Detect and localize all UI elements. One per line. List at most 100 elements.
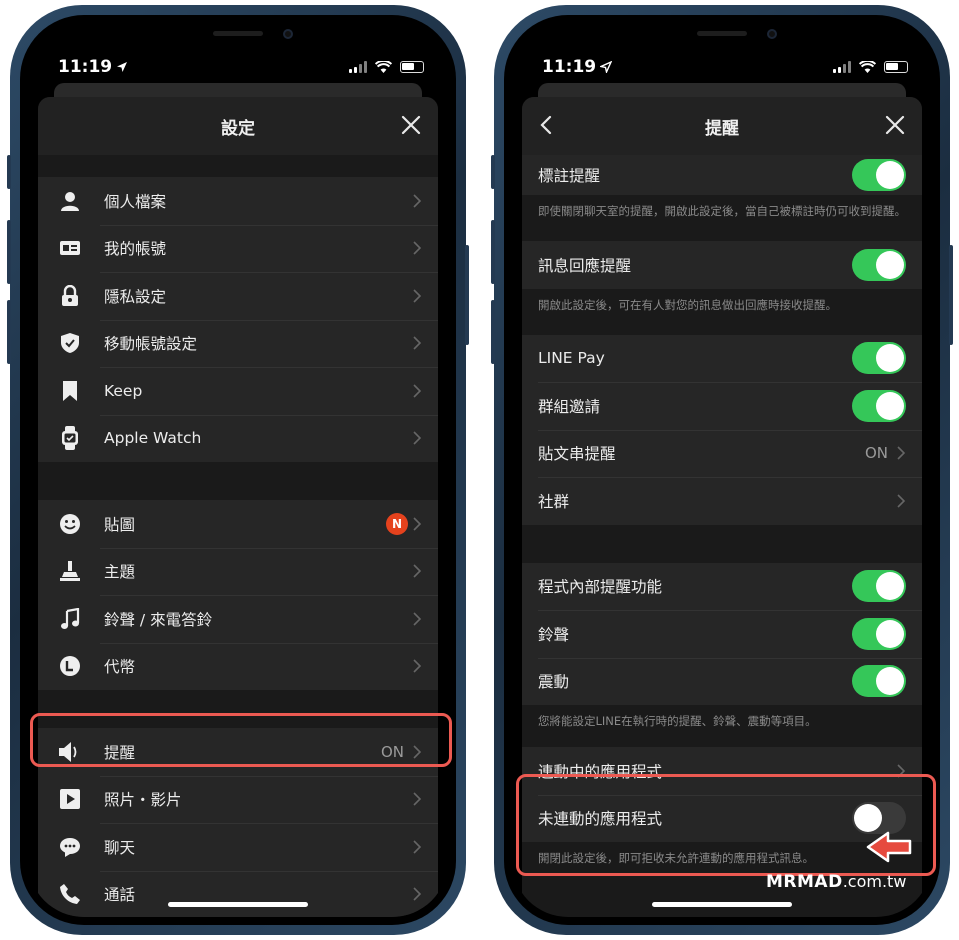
reply-toggle[interactable] — [852, 248, 906, 281]
id-card-icon — [58, 236, 82, 260]
settings-item-label: 貼圖 — [104, 515, 136, 534]
linked-apps-section: 連動中的應用程式 未連動的應用程式 — [522, 747, 922, 842]
cellular-signal-icon — [833, 61, 851, 73]
settings-item-label: Apple Watch — [104, 429, 202, 448]
settings-item-label: 鈴聲 / 來電答鈴 — [104, 610, 213, 629]
unlinked-apps-note: 開閉此設定後，即可拒收未允許連動的應用程式訊息。 — [522, 842, 922, 876]
setting-label: 社群 — [538, 492, 570, 511]
close-icon[interactable] — [884, 114, 906, 136]
status-time: 11:19 — [58, 57, 113, 77]
settings-item-label: 我的帳號 — [104, 240, 167, 259]
mention-note: 即使關閉聊天室的提醒，開啟此設定後，當自己被標註時仍可收到提醒。 — [522, 195, 922, 229]
red-arrow-icon — [866, 831, 912, 863]
settings-item-themes[interactable]: 主題 — [38, 547, 438, 596]
setting-linked-apps[interactable]: 連動中的應用程式 — [522, 747, 922, 795]
mention-section: 標註提醒 — [522, 155, 922, 195]
setting-label: 貼文串提醒 — [538, 445, 616, 464]
setting-in-app-alerts: 程式內部提醒功能 — [522, 563, 922, 611]
chevron-right-icon — [413, 564, 422, 578]
group-invites-toggle[interactable] — [852, 389, 906, 422]
setting-unlinked-apps: 未連動的應用程式 — [522, 794, 922, 843]
brush-icon — [58, 559, 82, 583]
mute-switch — [491, 155, 495, 189]
settings-item-calls[interactable]: 通話 — [38, 870, 438, 918]
volume-up-button — [7, 220, 11, 284]
notch — [133, 23, 343, 53]
sound-toggle[interactable] — [852, 617, 906, 650]
settings-item-chats[interactable]: 聊天 — [38, 823, 438, 871]
left-phone: 11:19 設定 個人檔案 我的帳號 隱私設定 移動帳號設定 Keep Appl… — [7, 5, 469, 935]
volume-up-button — [491, 220, 495, 284]
settings-item-label: 提醒 — [104, 743, 136, 762]
chevron-right-icon — [897, 764, 906, 778]
lock-icon — [58, 284, 82, 308]
watermark-suffix: .com.tw — [842, 872, 907, 891]
mute-switch — [7, 155, 11, 189]
speaker-icon — [58, 740, 82, 764]
settings-item-photos-videos[interactable]: 照片・影片 — [38, 775, 438, 824]
chevron-right-icon — [413, 612, 422, 626]
notifications-header: 提醒 — [522, 97, 922, 155]
location-arrow-icon — [600, 61, 613, 73]
settings-item-notifications[interactable]: 提醒 ON — [38, 728, 438, 776]
settings-item-privacy[interactable]: 隱私設定 — [38, 272, 438, 320]
page-title: 提醒 — [705, 118, 739, 139]
line-pay-toggle[interactable] — [852, 342, 906, 375]
chevron-right-icon — [413, 887, 422, 901]
settings-item-label: 代幣 — [104, 658, 136, 677]
setting-group-invites: 群組邀請 — [522, 382, 922, 430]
settings-item-profile[interactable]: 個人檔案 — [38, 177, 438, 225]
settings-item-account[interactable]: 我的帳號 — [38, 224, 438, 273]
setting-value: ON — [864, 444, 888, 463]
setting-label: 訊息回應提醒 — [538, 256, 632, 275]
settings-item-ringtones[interactable]: 鈴聲 / 來電答鈴 — [38, 595, 438, 643]
in-app-alerts-toggle[interactable] — [852, 570, 906, 603]
volume-down-button — [491, 300, 495, 364]
settings-item-label: Keep — [104, 381, 143, 400]
chevron-right-icon — [413, 792, 422, 806]
battery-icon — [884, 61, 908, 73]
settings-item-coins[interactable]: 代幣 — [38, 642, 438, 691]
chevron-right-icon — [897, 494, 906, 508]
chevron-right-icon — [413, 431, 422, 445]
settings-item-stickers[interactable]: 貼圖 N — [38, 500, 438, 548]
setting-label: 連動中的應用程式 — [538, 762, 663, 781]
wifi-icon — [375, 60, 392, 73]
watch-icon — [58, 426, 82, 451]
mention-toggle[interactable] — [852, 159, 906, 191]
reply-section: 訊息回應提醒 — [522, 241, 922, 289]
close-icon[interactable] — [400, 114, 422, 136]
home-indicator[interactable] — [652, 902, 792, 907]
home-indicator[interactable] — [168, 902, 308, 907]
status-bar: 11:19 — [58, 55, 424, 79]
chevron-right-icon — [413, 840, 422, 854]
watermark: MRMAD.com.tw — [766, 872, 906, 892]
setting-community[interactable]: 社群 — [522, 477, 922, 525]
settings-item-label: 隱私設定 — [104, 287, 167, 306]
settings-item-keep[interactable]: Keep — [38, 367, 438, 415]
setting-line-pay: LINE Pay — [522, 335, 922, 383]
bookmark-icon — [58, 379, 82, 403]
side-button — [465, 245, 469, 345]
chevron-right-icon — [413, 517, 422, 531]
wifi-icon — [859, 60, 876, 73]
watermark-brand: MRMAD — [766, 872, 843, 892]
setting-sound: 鈴聲 — [522, 610, 922, 658]
smiley-icon — [58, 512, 82, 536]
setting-label: 未連動的應用程式 — [538, 810, 663, 829]
setting-timeline-notifications[interactable]: 貼文串提醒 ON — [522, 429, 922, 478]
chat-icon — [58, 835, 82, 859]
in-app-note: 您將能設定LINE在執行時的提醒、鈴聲、震動等項目。 — [522, 705, 922, 747]
cellular-signal-icon — [349, 61, 367, 73]
settings-item-apple-watch[interactable]: Apple Watch — [38, 414, 438, 463]
setting-label: 程式內部提醒功能 — [538, 578, 663, 597]
settings-item-account-transfer[interactable]: 移動帳號設定 — [38, 319, 438, 368]
setting-label: LINE Pay — [538, 349, 605, 368]
phone-icon — [58, 882, 82, 906]
side-button — [949, 245, 953, 345]
music-note-icon — [58, 607, 82, 631]
right-screen: 11:19 提醒 標註提醒 即使關閉聊天室的提醒，開啟此設定後，當自己被標註時仍… — [512, 23, 932, 917]
back-chevron-icon[interactable] — [536, 114, 558, 136]
setting-label: 標註提醒 — [538, 167, 601, 185]
vibration-toggle[interactable] — [852, 665, 906, 698]
